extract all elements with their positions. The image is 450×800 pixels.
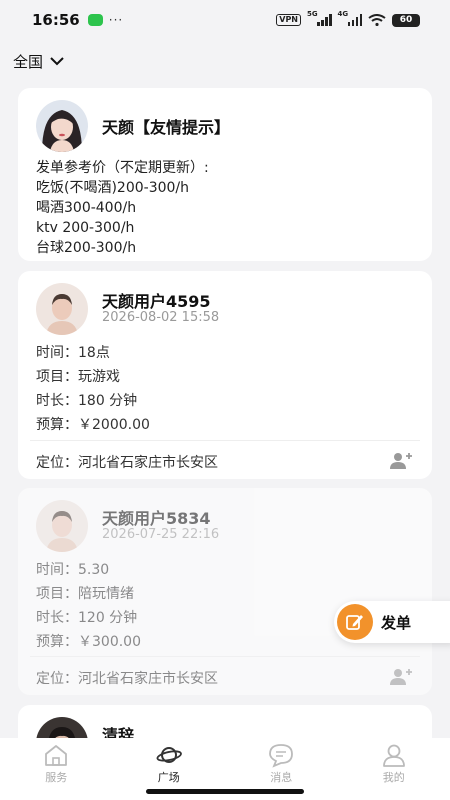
price-guide-line: 发单参考价（不定期更新）: [36, 160, 209, 176]
signal-4g-label: 4G [337, 10, 349, 18]
price-guide-line: 台球200-300/h [36, 240, 137, 256]
price-guide-line: 吃饭(不喝酒)200-300/h [36, 180, 190, 196]
add-user-icon[interactable] [390, 452, 412, 470]
post-timestamp: 2026-08-02 15:58 [102, 310, 220, 325]
home-icon [45, 745, 68, 766]
price-guide-line: ktv 200-300/h [36, 220, 135, 236]
create-order-label: 发单 [381, 613, 412, 632]
battery-icon: 60 [392, 13, 420, 27]
signal-5g-icon: 5G [307, 10, 332, 26]
post-timestamp: 2026-07-25 22:16 [102, 527, 220, 542]
home-indicator[interactable] [146, 789, 304, 794]
tab-service[interactable]: 服务 [0, 738, 113, 800]
user-icon [382, 744, 405, 767]
price-guide-line: 喝酒300-400/h [36, 200, 137, 216]
more-notifications-icon: ··· [108, 13, 124, 27]
post-details: 时间：18点 项目：玩游戏 时长：180 分钟 预算：￥2000.00 [36, 341, 150, 437]
post-detail-row: 时间：5.30 [36, 562, 110, 578]
message-icon [269, 744, 294, 768]
signal-5g-label: 5G [307, 10, 318, 18]
edit-icon [337, 604, 373, 640]
tab-label: 广场 [157, 771, 180, 784]
post-location: 定位：河北省石家庄市长安区 [36, 671, 218, 687]
wifi-icon [368, 14, 386, 26]
post-card[interactable]: 天颜用户4595 2026-08-02 15:58 时间：18点 项目：玩游戏 … [18, 271, 432, 479]
post-detail-row: 项目：陪玩情绪 [36, 586, 134, 602]
create-order-button[interactable]: 发单 [334, 601, 450, 643]
post-detail-row: 预算：￥300.00 [36, 634, 141, 650]
vpn-icon: VPN [276, 14, 301, 26]
divider [30, 440, 420, 441]
planet-icon [156, 747, 182, 763]
post-detail-row: 时长：120 分钟 [36, 610, 138, 626]
region-selector[interactable]: 全国 [13, 48, 65, 74]
post-details: 时间：5.30 项目：陪玩情绪 时长：120 分钟 预算：￥300.00 [36, 558, 141, 654]
avatar[interactable] [36, 500, 88, 552]
post-detail-row: 项目：玩游戏 [36, 369, 120, 385]
post-location: 定位：河北省石家庄市长安区 [36, 455, 218, 471]
pinned-notice-card[interactable]: 天颜【友情提示】 发单参考价（不定期更新）: 吃饭(不喝酒)200-300/h … [18, 88, 432, 261]
chevron-down-icon [50, 57, 64, 66]
pinned-name: 天颜【友情提示】 [102, 118, 231, 137]
signal-4g-icon: 4G [338, 10, 362, 26]
avatar[interactable] [36, 283, 88, 335]
post-detail-row: 时间：18点 [36, 345, 110, 361]
region-label: 全国 [13, 52, 44, 71]
post-card[interactable]: 天颜用户5834 2026-07-25 22:16 时间：5.30 项目：陪玩情… [18, 488, 432, 695]
add-user-icon[interactable] [390, 668, 412, 686]
post-detail-row: 时长：180 分钟 [36, 393, 138, 409]
post-author-name: 天颜用户4595 [102, 292, 211, 311]
avatar[interactable] [36, 100, 88, 152]
tab-profile[interactable]: 我的 [338, 738, 450, 800]
price-guide: 发单参考价（不定期更新）: 吃饭(不喝酒)200-300/h 喝酒300-400… [36, 158, 209, 258]
tab-label: 我的 [382, 771, 405, 784]
status-bar: 16:56 ··· VPN 5G 4G 60 [0, 0, 450, 40]
status-time: 16:56 [32, 11, 80, 29]
post-detail-row: 预算：￥2000.00 [36, 417, 150, 433]
divider [30, 656, 420, 657]
post-author-name: 天颜用户5834 [102, 509, 211, 528]
tab-label: 消息 [270, 771, 293, 784]
tab-label: 服务 [45, 771, 68, 784]
wechat-notification-icon [87, 14, 103, 26]
